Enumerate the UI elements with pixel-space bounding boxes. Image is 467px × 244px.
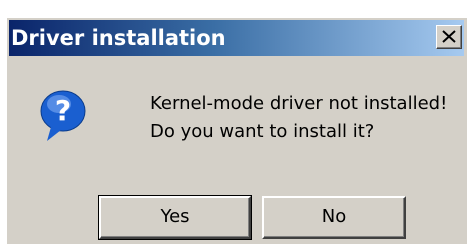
dialog-window: Driver installation ? Kernel-mode driver… [5,17,467,244]
yes-button[interactable]: Yes [98,195,252,240]
close-button[interactable] [436,25,462,49]
close-icon [442,30,456,43]
svg-text:?: ? [55,94,71,127]
title-bar[interactable]: Driver installation [9,20,464,56]
window-title: Driver installation [11,26,226,50]
no-button[interactable]: No [262,196,406,239]
message-line-2: Do you want to install it? [150,121,375,142]
message-text: Kernel-mode driver not installed! Do you… [150,90,447,146]
message-line-1: Kernel-mode driver not installed! [150,93,448,114]
question-icon: ? [40,90,86,141]
